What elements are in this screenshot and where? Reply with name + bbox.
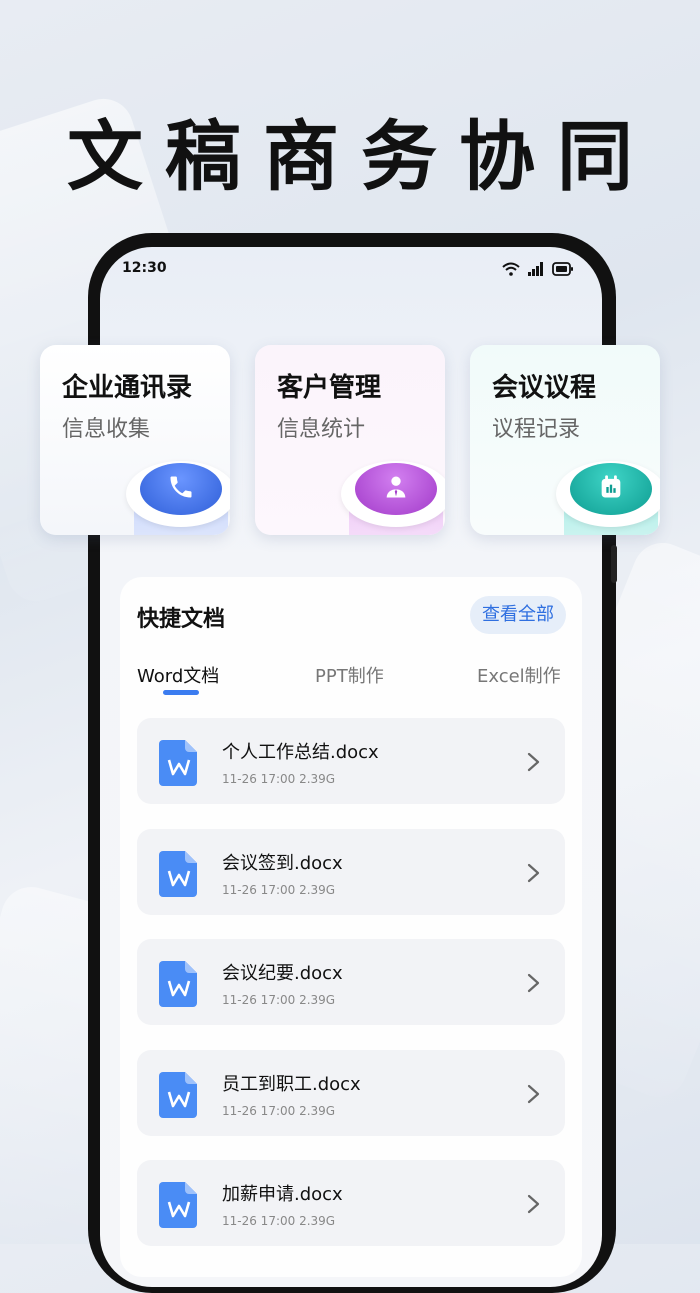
file-name: 个人工作总结.docx — [222, 742, 379, 763]
status-time: 12:30 — [122, 260, 167, 276]
card-subtitle: 信息统计 — [277, 417, 366, 442]
card-title: 客户管理 — [277, 373, 382, 403]
card-title: 会议议程 — [492, 373, 597, 403]
file-row[interactable]: 会议签到.docx 11-26 17:00 2.39G — [137, 829, 565, 915]
chevron-right-icon — [527, 973, 540, 993]
file-name: 加薪申请.docx — [222, 1184, 343, 1205]
word-file-icon — [159, 961, 197, 1007]
chevron-right-icon — [527, 863, 540, 883]
file-meta: 11-26 17:00 2.39G — [222, 993, 336, 1007]
card-pedestal — [341, 451, 445, 535]
file-name: 员工到职工.docx — [222, 1074, 361, 1095]
phone-side-button — [611, 545, 617, 583]
phone-icon — [170, 476, 192, 498]
signal-icon — [528, 262, 543, 276]
person-icon — [386, 476, 406, 498]
calendar-chart-icon — [601, 475, 621, 498]
active-tab-indicator — [163, 690, 199, 695]
feature-card-contacts[interactable]: 企业通讯录 信息收集 — [40, 345, 230, 535]
chevron-right-icon — [527, 1194, 540, 1214]
tab-ppt[interactable]: PPT制作 — [315, 662, 384, 688]
tab-word[interactable]: Word文档 — [137, 662, 219, 688]
chevron-right-icon — [527, 1084, 540, 1104]
feature-card-customers[interactable]: 客户管理 信息统计 — [255, 345, 445, 535]
file-name: 会议签到.docx — [222, 853, 343, 874]
word-file-icon — [159, 1072, 197, 1118]
word-file-icon — [159, 851, 197, 897]
card-pedestal — [126, 451, 230, 535]
card-title: 企业通讯录 — [62, 373, 193, 403]
file-name: 会议纪要.docx — [222, 963, 343, 984]
status-bar: 12:30 — [100, 260, 600, 282]
chevron-right-icon — [527, 752, 540, 772]
word-file-icon — [159, 740, 197, 786]
tab-excel[interactable]: Excel制作 — [477, 662, 561, 688]
file-row[interactable]: 加薪申请.docx 11-26 17:00 2.39G — [137, 1160, 565, 1246]
file-meta: 11-26 17:00 2.39G — [222, 1214, 336, 1228]
file-row[interactable]: 员工到职工.docx 11-26 17:00 2.39G — [137, 1050, 565, 1136]
word-file-icon — [159, 1182, 197, 1228]
view-all-button[interactable]: 查看全部 — [470, 596, 566, 634]
file-meta: 11-26 17:00 2.39G — [222, 883, 336, 897]
card-pedestal — [556, 451, 660, 535]
card-subtitle: 信息收集 — [62, 417, 151, 442]
feature-card-meetings[interactable]: 会议议程 议程记录 — [470, 345, 660, 535]
file-meta: 11-26 17:00 2.39G — [222, 1104, 336, 1118]
file-row[interactable]: 个人工作总结.docx 11-26 17:00 2.39G — [137, 718, 565, 804]
quick-docs-title: 快捷文档 — [137, 607, 226, 632]
card-subtitle: 议程记录 — [492, 417, 581, 442]
file-meta: 11-26 17:00 2.39G — [222, 772, 336, 786]
file-row[interactable]: 会议纪要.docx 11-26 17:00 2.39G — [137, 939, 565, 1025]
promo-headline: 文稿商务协同 — [67, 112, 655, 201]
battery-icon — [552, 262, 573, 276]
wifi-icon — [502, 262, 520, 276]
